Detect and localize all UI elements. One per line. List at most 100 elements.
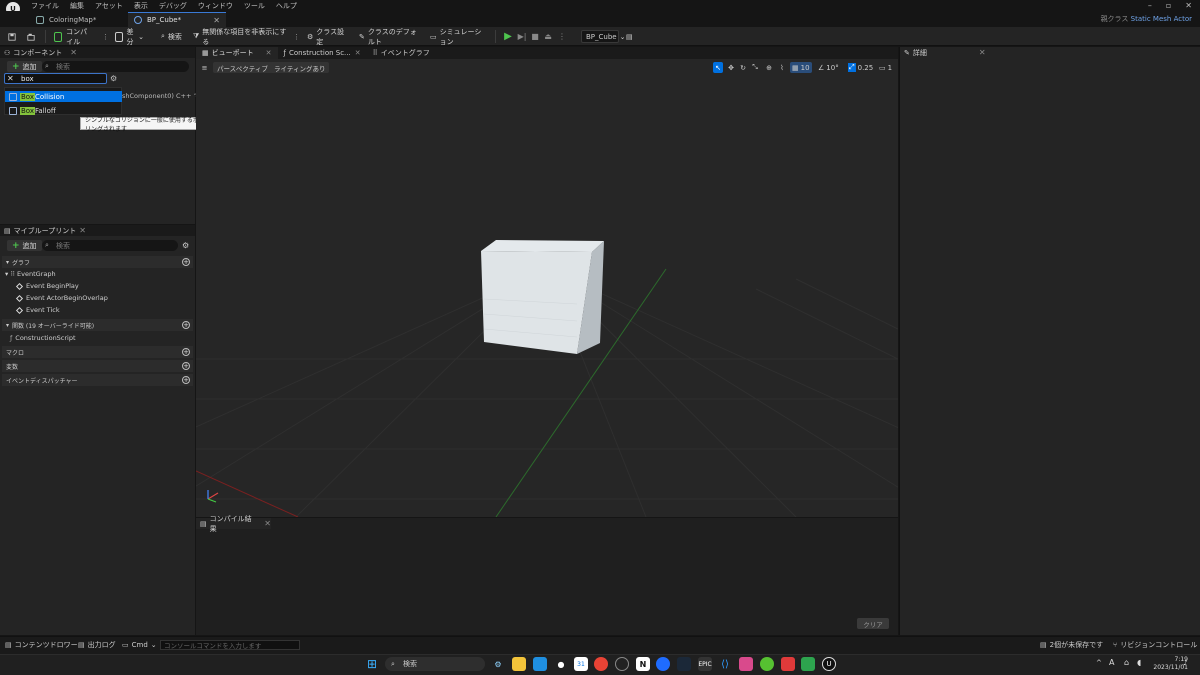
vscode-icon[interactable]: ⟨⟩ — [718, 657, 732, 671]
variables-section[interactable]: 変数 + — [2, 360, 193, 372]
parent-class-link[interactable]: Static Mesh Actor — [1131, 15, 1192, 23]
notion-icon[interactable]: N — [636, 657, 650, 671]
gear-icon[interactable]: ⚙ — [110, 74, 117, 83]
component-search-input[interactable]: ⌕ 検索 — [42, 61, 189, 72]
tab-construction-script[interactable]: ƒ Construction Sc... ✕ — [278, 47, 367, 59]
image-app-icon[interactable] — [801, 657, 815, 671]
minimize-icon[interactable]: – — [1148, 1, 1152, 10]
menu-file[interactable]: ファイル — [31, 1, 59, 11]
volume-icon[interactable]: ◖ — [1137, 658, 1141, 667]
my-blueprint-tab[interactable]: ▤ マイブループリント ✕ — [0, 225, 195, 236]
notification-icon[interactable]: ♪ — [1183, 659, 1187, 667]
chat-icon[interactable]: ● — [554, 657, 568, 671]
event-beginplay-item[interactable]: Event BeginPlay — [15, 282, 79, 290]
close-tab-icon[interactable]: ✕ — [979, 48, 986, 57]
close-tab-icon[interactable]: ✕ — [355, 49, 361, 57]
event-graph-item[interactable]: ▾ ⠿ EventGraph — [5, 270, 56, 278]
restore-icon[interactable]: ▫ — [1166, 1, 1171, 10]
construction-script-item[interactable]: ƒ ConstructionScript — [10, 334, 76, 342]
hide-unrelated-button[interactable]: ⧩ 無関係な項目を非表示にする — [190, 28, 292, 46]
add-member-button[interactable]: + 追加 — [7, 240, 42, 251]
tab-bp-cube[interactable]: BP_Cube* ✕ — [128, 12, 226, 27]
menu-tools[interactable]: ツール — [244, 1, 265, 11]
steam-icon[interactable] — [677, 657, 691, 671]
viewport-canvas[interactable] — [0, 59, 1097, 518]
ime-indicator[interactable]: A — [1109, 658, 1114, 667]
add-variable-icon[interactable]: + — [182, 362, 190, 370]
add-function-icon[interactable]: + — [182, 321, 190, 329]
menu-debug[interactable]: デバッグ — [159, 1, 187, 11]
step-icon[interactable]: ▶| — [516, 30, 528, 43]
network-icon[interactable]: ⌂ — [1124, 658, 1129, 667]
eject-icon[interactable]: ⏏ — [542, 30, 554, 43]
more-options-icon[interactable]: ⋮ — [290, 29, 300, 44]
compile-options-icon[interactable]: ⋮ — [99, 29, 109, 44]
revision-control-button[interactable]: ⑂ リビジョンコントロール — [1113, 640, 1197, 650]
menu-view[interactable]: 表示 — [134, 1, 148, 11]
add-dispatcher-icon[interactable]: + — [182, 376, 190, 384]
diff-button[interactable]: 差分 ⌄ — [112, 28, 147, 46]
add-macro-icon[interactable]: + — [182, 348, 190, 356]
class-settings-button[interactable]: ⚙ クラス設定 — [304, 28, 351, 46]
move-tool-icon[interactable]: ✥ — [726, 62, 736, 73]
macros-section[interactable]: マクロ + — [2, 346, 193, 358]
lighting-button[interactable]: ライティングあり — [270, 62, 330, 73]
play-icon[interactable]: ▶ — [502, 30, 514, 43]
list-item-box-collision[interactable]: Box Collision — [5, 91, 122, 102]
add-component-search-input[interactable]: box — [4, 73, 107, 84]
add-graph-icon[interactable]: + — [182, 258, 190, 266]
components-tab[interactable]: ⚇ コンポーネント ✕ — [0, 47, 195, 58]
close-tab-icon[interactable]: ✕ — [79, 226, 86, 235]
debug-browse-icon[interactable]: ▤ — [623, 29, 635, 44]
select-tool-icon[interactable]: ↖ — [713, 62, 723, 73]
surface-snap-icon[interactable]: ⌇ — [777, 62, 787, 73]
grid-snap-toggle[interactable]: ▦ 10 — [790, 62, 812, 73]
clear-search-icon[interactable]: ✕ — [7, 74, 14, 83]
compile-results-tab[interactable]: ▤ コンパイル結果 ✕ — [196, 515, 271, 533]
cmd-dropdown[interactable]: ▭ Cmd ⌄ — [122, 640, 157, 650]
browse-icon[interactable] — [24, 29, 38, 44]
menu-window[interactable]: ウィンドウ — [198, 1, 233, 11]
file-explorer-icon[interactable] — [512, 657, 526, 671]
unreal-taskbar-icon[interactable]: U — [822, 657, 836, 671]
blueprint-search-input[interactable]: ⌕ 検索 — [42, 240, 178, 251]
graphs-section[interactable]: ▾ グラフ + — [2, 256, 193, 268]
rotation-snap-toggle[interactable]: ∠ 10° — [816, 62, 841, 73]
event-actorbeginoverlap-item[interactable]: Event ActorBeginOverlap — [15, 294, 108, 302]
stop-icon[interactable]: ■ — [529, 30, 541, 43]
close-tab-icon[interactable]: ✕ — [70, 48, 77, 57]
find-button[interactable]: ⌕ 検索 — [158, 29, 188, 44]
add-component-button[interactable]: + 追加 — [7, 61, 42, 72]
settings-icon[interactable]: ⚙ — [491, 657, 505, 671]
clear-button[interactable]: クリア — [857, 618, 889, 629]
coord-system-icon[interactable]: ⊕ — [764, 62, 774, 73]
chrome-icon[interactable] — [594, 657, 608, 671]
menu-asset[interactable]: アセット — [95, 1, 123, 11]
play-options-icon[interactable]: ⋮ — [556, 30, 568, 43]
scale-tool-icon[interactable]: ⤡ — [750, 62, 760, 73]
menu-edit[interactable]: 編集 — [70, 1, 84, 11]
duolingo-icon[interactable] — [760, 657, 774, 671]
dispatchers-section[interactable]: イベントディスパッチャー + — [2, 374, 193, 386]
tab-coloringmap[interactable]: ColoringMap* — [30, 12, 125, 27]
menu-help[interactable]: ヘルプ — [276, 1, 297, 11]
close-tab-icon[interactable]: ✕ — [213, 16, 220, 25]
class-defaults-button[interactable]: ✎ クラスのデフォルト — [356, 28, 424, 46]
event-tick-item[interactable]: Event Tick — [15, 306, 60, 314]
rotate-tool-icon[interactable]: ↻ — [738, 62, 748, 73]
scale-snap-toggle[interactable]: ⤢ 0.25 — [846, 62, 875, 73]
camera-speed-button[interactable]: ▭ 1 — [877, 62, 894, 73]
gear-icon[interactable]: ⚙ — [182, 241, 189, 250]
close-tab-icon[interactable]: ✕ — [264, 519, 271, 528]
content-drawer-button[interactable]: ▤ コンテンツドロワー — [5, 640, 78, 650]
simulation-button[interactable]: ▭ シミュレーション — [427, 28, 489, 46]
save-icon[interactable] — [5, 29, 19, 44]
perspective-button[interactable]: パースペクティブ — [213, 62, 272, 73]
viewport-menu-icon[interactable]: ≡ — [200, 62, 209, 73]
tray-chevron-icon[interactable]: ^ — [1096, 659, 1102, 667]
messenger-icon[interactable] — [656, 657, 670, 671]
details-tab[interactable]: ✎ 詳細 ✕ — [900, 47, 1200, 58]
epic-games-icon[interactable]: EPIC — [698, 657, 712, 671]
output-log-button[interactable]: ▤ 出力ログ — [78, 640, 116, 650]
tab-viewport[interactable]: ▦ ビューポート ✕ — [196, 47, 278, 59]
